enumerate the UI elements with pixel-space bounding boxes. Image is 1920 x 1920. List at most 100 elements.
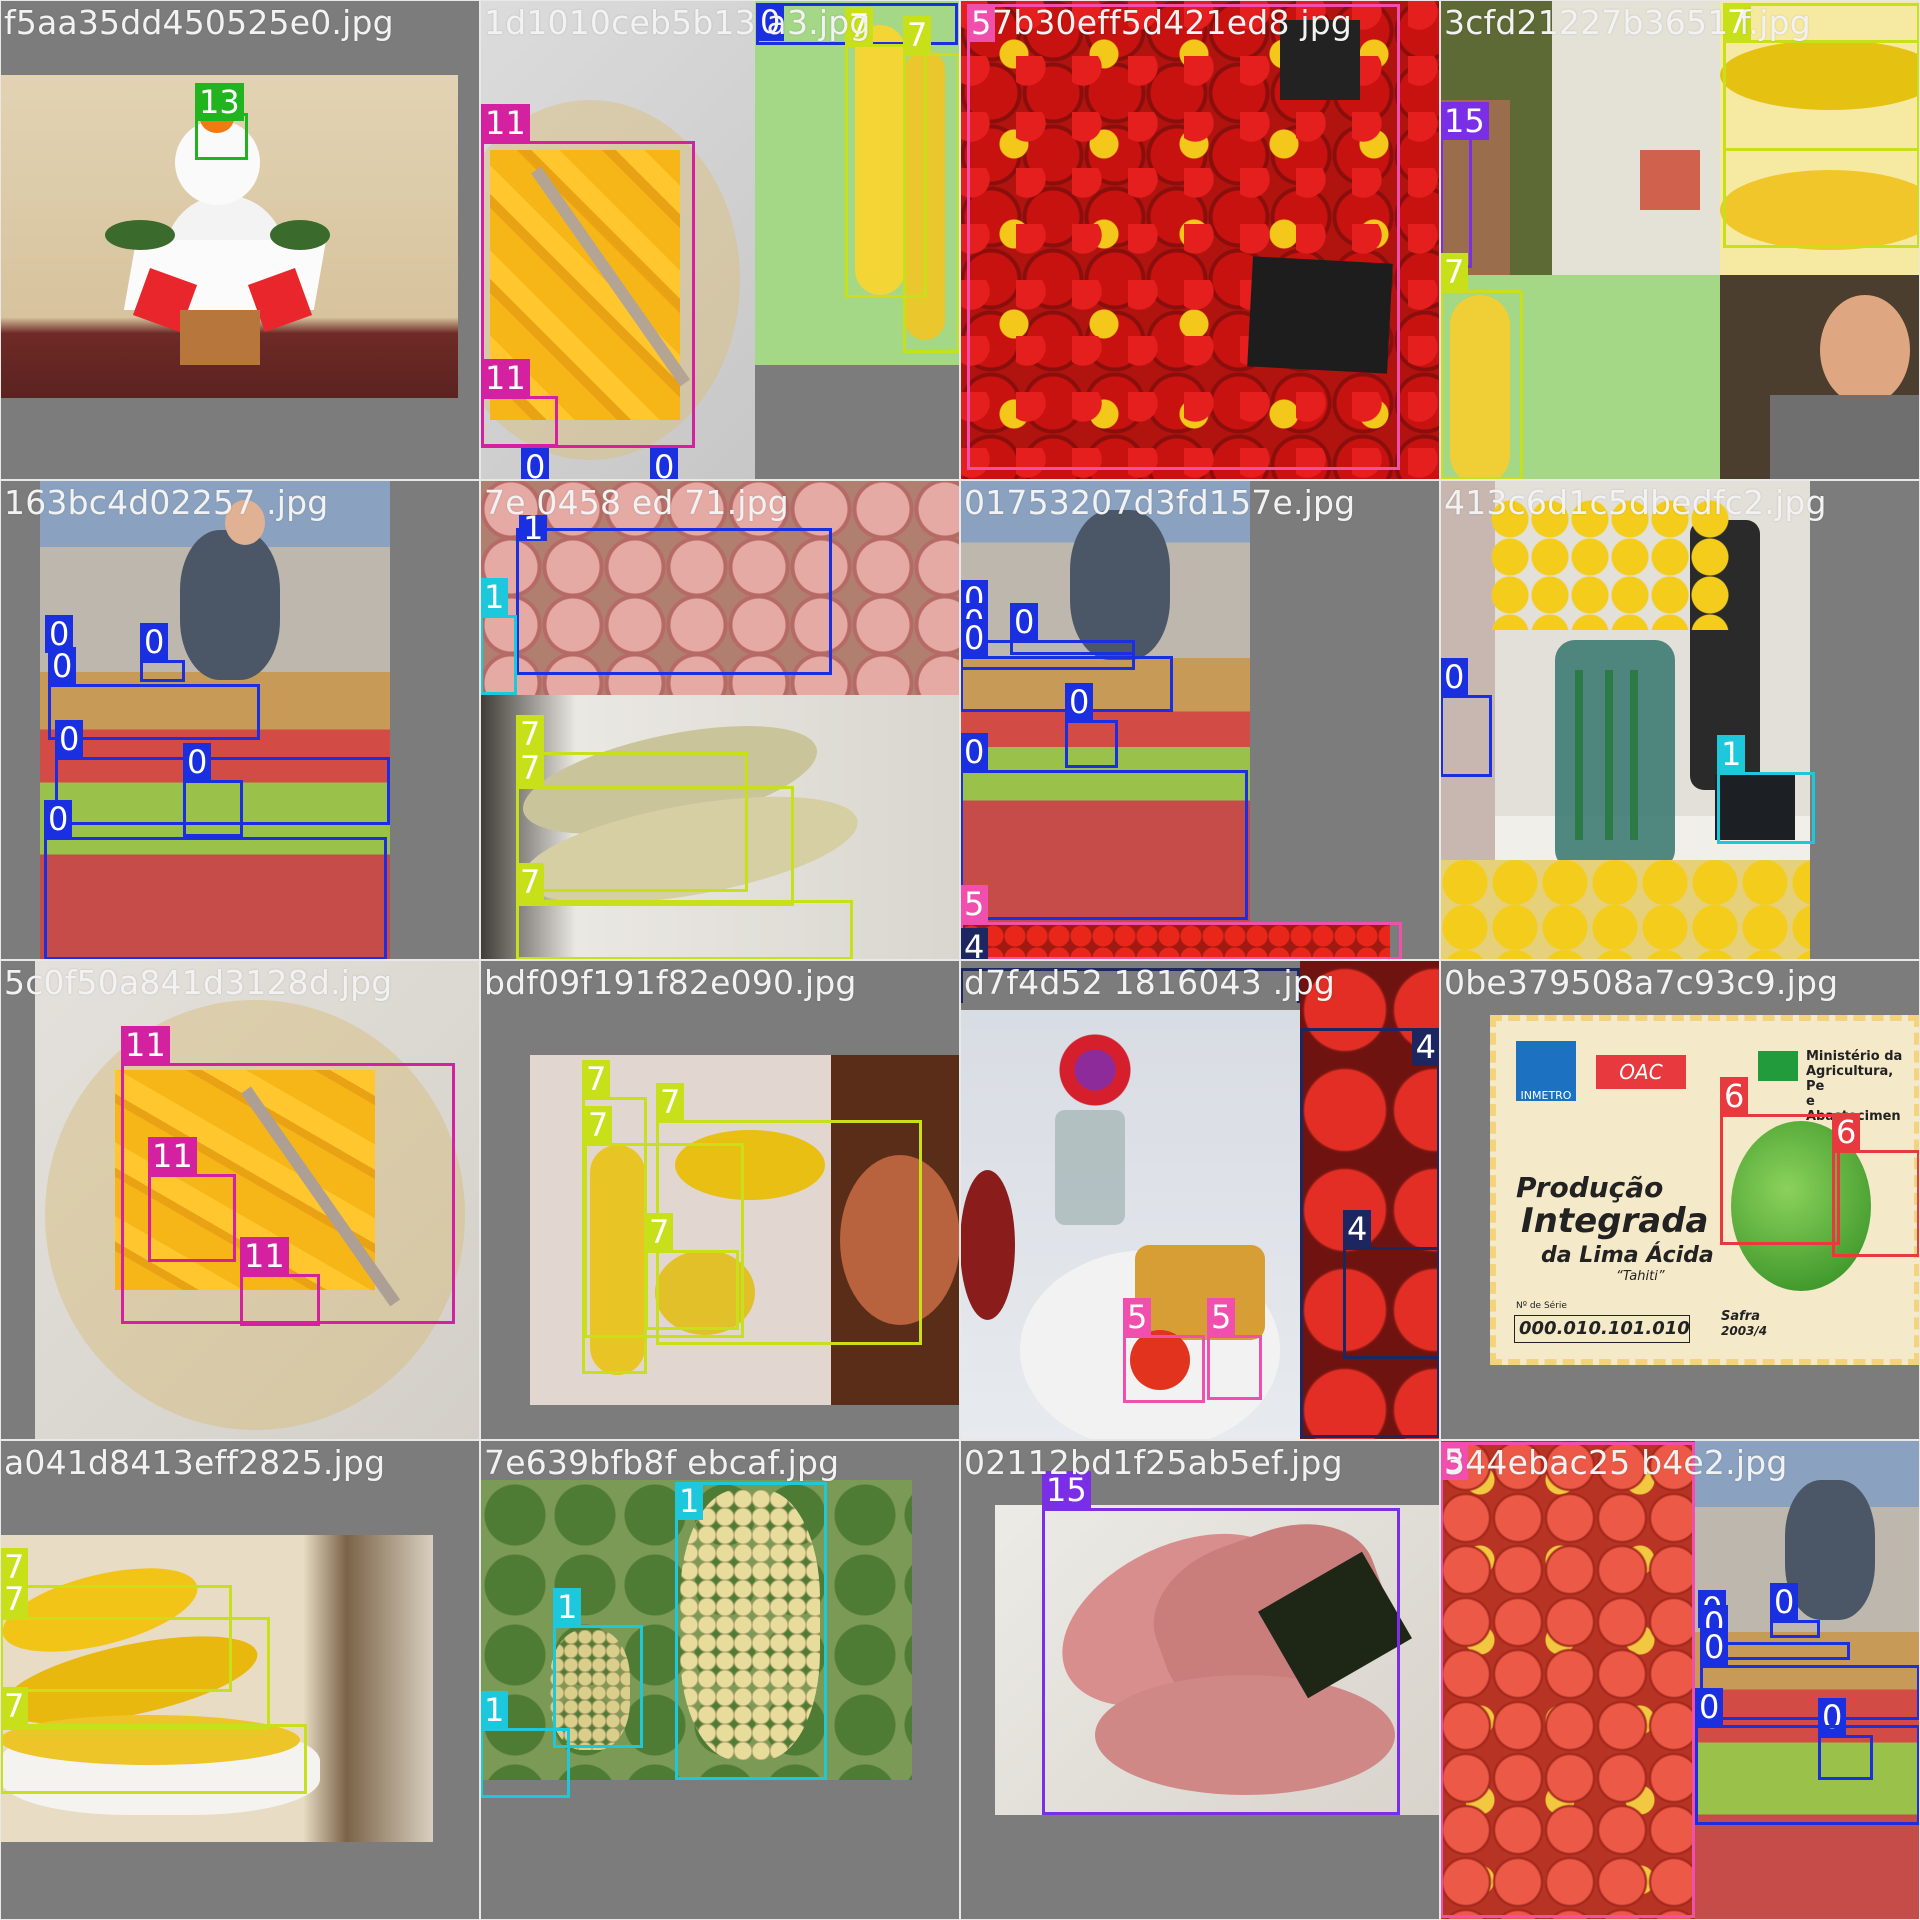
detection-box: 7	[903, 16, 960, 353]
image-filename: 02112bd1f25ab5ef.jpg	[964, 1443, 1343, 1482]
detection-class-label: 4	[960, 928, 989, 960]
detection-class-label: 13	[195, 83, 244, 121]
detection-class-label: 7	[584, 1106, 613, 1144]
mosaic-tile: 1 1 1 7e639bfb8f ebcaf.jpg	[480, 1440, 960, 1920]
oac-badge: OAC	[1596, 1055, 1686, 1089]
detection-box: 5	[1123, 1298, 1205, 1403]
image-filename: bdf09f191f82e090.jpg	[484, 963, 857, 1002]
detection-class-label: 6	[1720, 1077, 1749, 1115]
image-filename: 1d1010ceb5b13 a3.jpg	[484, 3, 871, 42]
detection-box: 0	[650, 448, 679, 480]
detection-box: 15	[1440, 102, 1489, 268]
image-filename: 7b30eff5d421ed8 jpg	[992, 3, 1353, 42]
detection-class-label: 0	[1065, 683, 1094, 721]
detection-box: 6	[1832, 1113, 1920, 1257]
detection-class-label: 7	[903, 16, 932, 54]
detection-class-label: 5	[960, 885, 989, 923]
detection-class-label: 4	[1343, 1210, 1372, 1248]
mosaic-tile: 5 0 0 0 0 0 0 344ebac25 b4e2.jpg	[1440, 1440, 1920, 1920]
detection-mosaic-grid: 13 f5aa35dd450525e0.jpg 11 11 0 7 7 0 0 …	[0, 0, 1920, 1920]
image-filename: a041d8413eff2825.jpg	[4, 1443, 386, 1482]
mosaic-tile: 15 02112bd1f25ab5ef.jpg	[960, 1440, 1440, 1920]
person-photo	[1720, 275, 1920, 480]
brazil-flag-icon	[1758, 1051, 1798, 1081]
detection-box: 0	[960, 733, 1248, 920]
mosaic-tile: 11 11 11 5c0f50a841d3128d.jpg	[0, 960, 480, 1440]
detection-box: 15	[1042, 1471, 1400, 1815]
detection-box: 5	[967, 4, 1400, 470]
detection-box: 6	[1720, 1077, 1840, 1245]
detection-box: 11	[240, 1237, 320, 1326]
mosaic-tile: 4 4 5 5 d7f4d52 1816043 .jpg	[960, 960, 1440, 1440]
mosaic-tile: 0 0 0 0 0 0 163bc4d02257 .jpg	[0, 480, 480, 960]
detection-class-label: 7	[656, 1083, 685, 1121]
variety-text: “Tahiti”	[1616, 1269, 1665, 1284]
image-filename: 0be379508a7c93c9.jpg	[1444, 963, 1839, 1002]
detection-class-label: 0	[1700, 1628, 1729, 1666]
image-filename: 413c6d1c5dbedfc2.jpg	[1444, 483, 1827, 522]
detection-class-label: 1	[553, 1588, 582, 1626]
detection-box: 1	[480, 578, 517, 695]
detection-box: 0	[44, 800, 387, 960]
detection-box: 13	[195, 83, 248, 160]
detection-class-label: 7	[516, 715, 545, 753]
image-filename: 5c0f50a841d3128d.jpg	[4, 963, 393, 1002]
detection-class-label: 7	[516, 749, 545, 787]
detection-class-label: 7	[582, 1060, 611, 1098]
detection-box: 7	[516, 749, 794, 906]
detection-box: 7	[0, 1687, 307, 1794]
detection-class-label: 1	[480, 578, 509, 616]
detection-box: 7	[645, 1213, 739, 1330]
image-filename: 7e639bfb8f ebcaf.jpg	[484, 1443, 840, 1482]
serial-number: 000.010.101.010	[1514, 1315, 1690, 1343]
mosaic-tile: 5 7b30eff5d421ed8 jpg	[960, 0, 1440, 480]
detection-class-label: 0	[960, 619, 989, 657]
detection-class-label: 6	[1832, 1113, 1861, 1151]
detection-class-label: 5	[1207, 1298, 1236, 1336]
detection-class-label: 7	[645, 1213, 674, 1251]
detection-box: 1	[675, 1482, 827, 1780]
mosaic-tile: 1 1 7 7 7 7e 0458 ed 71.jpg	[480, 480, 960, 960]
inmetro-logo: INMETRO	[1516, 1041, 1576, 1102]
image-filename: 01753207d3fd157e.jpg	[964, 483, 1356, 522]
detection-box: 7	[0, 1580, 270, 1730]
detection-class-label: 4	[1411, 1028, 1440, 1066]
detection-class-label: 0	[1770, 1583, 1799, 1621]
detection-box: 1	[516, 512, 832, 675]
detection-class-label: 15	[1440, 102, 1489, 140]
detection-class-label: 0	[44, 800, 73, 838]
detection-class-label: 11	[240, 1237, 289, 1275]
detection-box: 0	[140, 623, 185, 682]
mosaic-tile: 7 7 7 7 bdf09f191f82e090.jpg	[480, 960, 960, 1440]
mosaic-tile: 0 0 0 0 0 0 5 4 01753207d3fd157e.jpg	[960, 480, 1440, 960]
detection-box: 0	[1695, 1688, 1920, 1825]
detection-box: 1	[553, 1588, 643, 1748]
detection-class-label: 0	[1440, 658, 1469, 696]
image-filename: d7f4d52 1816043 .jpg	[964, 963, 1335, 1002]
detection-class-label: 0	[521, 448, 550, 480]
detection-box: 0	[960, 580, 989, 618]
detection-box: 0	[1010, 603, 1135, 655]
mosaic-tile: 15 7 7 7 3cfd21227b3651 f.jpg	[1440, 0, 1920, 480]
detection-class-label: 11	[148, 1137, 197, 1175]
mosaic-tile: 7 7 7 a041d8413eff2825.jpg	[0, 1440, 480, 1920]
detection-box: 0	[1065, 683, 1118, 768]
detection-class-label: 7	[0, 1687, 29, 1725]
mosaic-tile: 11 11 0 7 7 0 0 1d1010ceb5b13 a3.jpg	[480, 0, 960, 480]
detection-box: 0	[1700, 1628, 1920, 1720]
vase-photo	[1440, 480, 1810, 960]
detection-box: 5	[960, 885, 1402, 960]
detection-box: 4	[1343, 1210, 1440, 1359]
detection-box: 7	[516, 863, 853, 960]
detection-box: 7	[1440, 253, 1523, 480]
image-filename: 3cfd21227b3651 f.jpg	[1444, 3, 1811, 42]
detection-class-label: 0	[650, 448, 679, 480]
detection-class-label: 1	[480, 1691, 509, 1729]
title-line-1: Produção	[1516, 1171, 1664, 1204]
detection-class-label: 0	[55, 720, 84, 758]
detection-class-label: 1	[1717, 735, 1746, 773]
detection-class-label: 0	[48, 647, 77, 685]
detection-class-label: 7	[0, 1580, 29, 1618]
detection-class-label: 0	[960, 733, 989, 771]
detection-box: 11	[148, 1137, 236, 1262]
